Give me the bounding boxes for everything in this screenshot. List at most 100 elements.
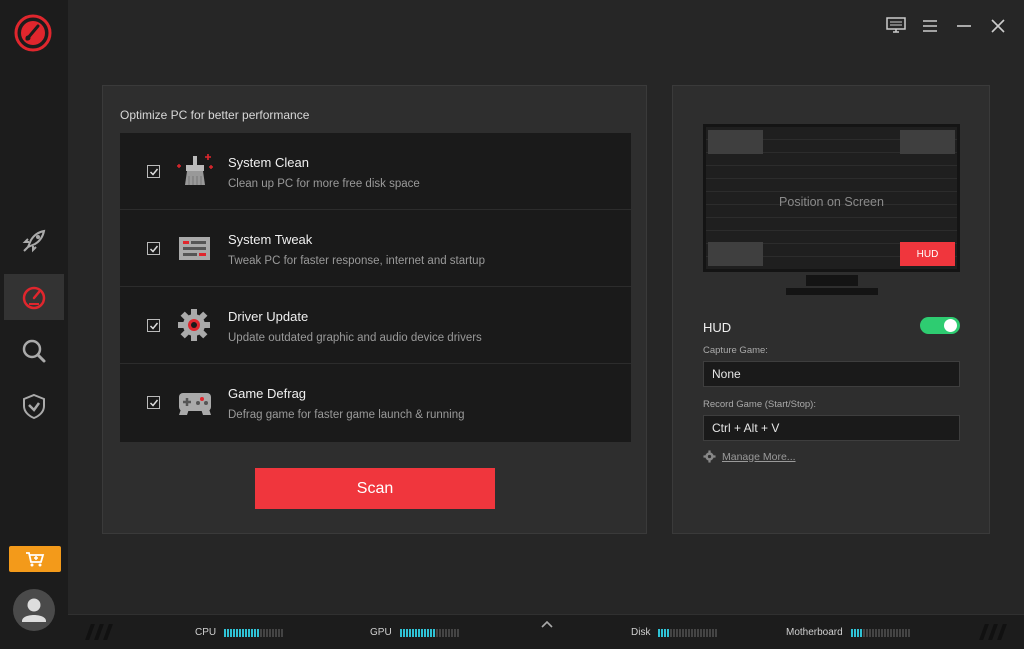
meter-segment xyxy=(257,628,260,637)
meter-segment xyxy=(260,628,263,637)
list-item-system-tweak[interactable]: System Tweak Tweak PC for faster respons… xyxy=(120,210,631,287)
hud-toggle[interactable] xyxy=(920,317,960,334)
meter-segment xyxy=(423,628,426,637)
manage-more-link[interactable]: Manage More... xyxy=(703,450,796,463)
meter-segment xyxy=(275,628,278,637)
meter-segment xyxy=(886,628,889,637)
monitor-stand xyxy=(806,275,858,286)
meter-segment xyxy=(438,628,441,637)
hud-position-preview[interactable]: HUD Position on Screen xyxy=(703,124,960,272)
decor-stripes-left xyxy=(85,624,113,640)
meter-segment xyxy=(856,628,859,637)
scan-button[interactable]: Scan xyxy=(255,468,495,509)
close-button[interactable] xyxy=(988,16,1008,36)
hud-position-badge[interactable]: HUD xyxy=(900,242,955,266)
decor-stripes-right xyxy=(979,624,1007,640)
meter-segment xyxy=(254,628,257,637)
meter-segment xyxy=(429,628,432,637)
meter-segment xyxy=(673,628,676,637)
disk-meter: Disk xyxy=(631,627,718,638)
rocket-icon xyxy=(22,229,46,253)
capture-game-field[interactable] xyxy=(703,361,960,387)
panel-title: Optimize PC for better performance xyxy=(120,108,310,122)
minimize-icon xyxy=(957,25,971,27)
position-bottom-left[interactable] xyxy=(708,242,763,266)
meter-segment xyxy=(691,628,694,637)
checkmark-icon xyxy=(149,245,158,253)
item-desc: Update outdated graphic and audio device… xyxy=(228,332,482,344)
item-title: Game Defrag xyxy=(228,386,307,401)
meter-segment xyxy=(700,628,703,637)
meter-segment xyxy=(904,628,907,637)
sidebar xyxy=(0,0,68,649)
record-game-field[interactable] xyxy=(703,415,960,441)
meter-segment xyxy=(688,628,691,637)
broom-icon xyxy=(175,152,215,190)
speedometer-icon xyxy=(22,286,46,310)
gear-icon xyxy=(175,306,215,344)
checkmark-icon xyxy=(149,168,158,176)
meter-segment xyxy=(263,628,266,637)
meter-segment xyxy=(456,628,459,637)
meter-segment xyxy=(414,628,417,637)
optimize-panel: Optimize PC for better performance Syste… xyxy=(102,85,647,534)
item-desc: Tweak PC for faster response, internet a… xyxy=(228,255,485,267)
meter-segment xyxy=(685,628,688,637)
avatar[interactable] xyxy=(13,589,55,631)
list-item-driver-update[interactable]: Driver Update Update outdated graphic an… xyxy=(120,287,631,364)
sidebar-item-security[interactable] xyxy=(4,383,64,429)
meter-segment xyxy=(883,628,886,637)
meter-segment xyxy=(432,628,435,637)
list-item-game-defrag[interactable]: Game Defrag Defrag game for faster game … xyxy=(120,364,631,442)
meter-segment xyxy=(242,628,245,637)
hamburger-menu-icon xyxy=(923,20,937,32)
meter-segment xyxy=(895,628,898,637)
gamepad-icon xyxy=(175,383,215,421)
disk-label: Disk xyxy=(631,627,651,638)
gpu-bars xyxy=(399,628,459,637)
meter-segment xyxy=(694,628,697,637)
meter-segment xyxy=(901,628,904,637)
meter-segment xyxy=(281,628,284,637)
sidebar-item-boost[interactable] xyxy=(4,218,64,264)
expand-caret-icon[interactable] xyxy=(540,617,554,629)
position-top-left[interactable] xyxy=(708,130,763,154)
list-item-system-clean[interactable]: System Clean Clean up PC for more free d… xyxy=(120,133,631,210)
gpu-label: GPU xyxy=(370,627,392,638)
checkmark-icon xyxy=(149,399,158,407)
cpu-bars xyxy=(224,628,284,637)
meter-segment xyxy=(233,628,236,637)
meter-segment xyxy=(862,628,865,637)
meter-segment xyxy=(697,628,700,637)
meter-segment xyxy=(868,628,871,637)
meter-segment xyxy=(405,628,408,637)
game-defrag-checkbox[interactable] xyxy=(147,396,160,409)
meter-segment xyxy=(874,628,877,637)
store-button[interactable] xyxy=(9,546,61,572)
meter-segment xyxy=(712,628,715,637)
meter-segment xyxy=(703,628,706,637)
item-title: Driver Update xyxy=(228,309,309,324)
system-clean-checkbox[interactable] xyxy=(147,165,160,178)
feedback-button[interactable] xyxy=(886,16,906,36)
minimize-button[interactable] xyxy=(954,16,974,36)
sidebar-item-optimize[interactable] xyxy=(4,274,64,320)
motherboard-bars xyxy=(850,628,910,637)
meter-segment xyxy=(670,628,673,637)
sidebar-item-scan[interactable] xyxy=(4,328,64,374)
item-title: System Tweak xyxy=(228,232,313,247)
menu-button[interactable] xyxy=(920,16,940,36)
shield-icon xyxy=(23,393,45,420)
meter-segment xyxy=(236,628,239,637)
meter-segment xyxy=(715,628,718,637)
meter-segment xyxy=(907,628,910,637)
hud-label: HUD xyxy=(703,320,732,335)
driver-update-checkbox[interactable] xyxy=(147,319,160,332)
capture-game-label: Capture Game: xyxy=(703,345,768,356)
position-top-right[interactable] xyxy=(900,130,955,154)
system-tweak-checkbox[interactable] xyxy=(147,242,160,255)
meter-segment xyxy=(251,628,254,637)
magnifier-icon xyxy=(22,339,46,363)
item-title: System Clean xyxy=(228,155,309,170)
meter-segment xyxy=(450,628,453,637)
